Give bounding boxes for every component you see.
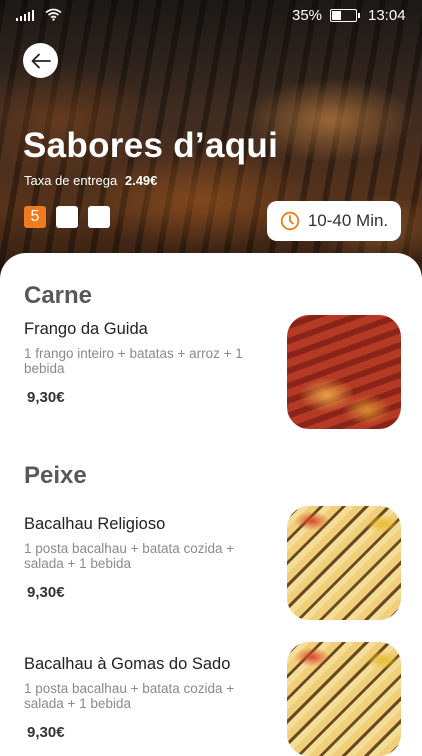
delivery-fee: Taxa de entrega 2.49€ [24, 173, 157, 188]
dish-name: Frango da Guida [24, 320, 148, 338]
rating-box [88, 206, 110, 228]
section-title-peixe: Peixe [24, 462, 87, 489]
dish-description: 1 posta bacalhau + batata cozida + salad… [24, 681, 235, 711]
dish-description: 1 posta bacalhau + batata cozida + salad… [24, 541, 235, 571]
status-bar: 35% 13:04 [0, 0, 422, 30]
dish-price: 9,30€ [27, 724, 65, 741]
back-button[interactable] [23, 43, 58, 78]
rating-boxes: 5 [24, 206, 110, 228]
dish-price: 9,30€ [27, 389, 65, 406]
arrow-left-icon [31, 53, 51, 68]
menu-sheet: Carne Frango da Guida 1 frango inteiro +… [0, 253, 422, 756]
dish-image [287, 315, 401, 429]
dish-image [287, 642, 401, 756]
dish-image [287, 506, 401, 620]
battery-percentage: 35% [292, 7, 323, 24]
status-time: 13:04 [368, 7, 406, 24]
delivery-time-text: 10-40 Min. [307, 211, 389, 230]
dish-price: 9,30€ [27, 584, 65, 601]
clock-icon [280, 211, 300, 231]
section-title-carne: Carne [24, 282, 93, 309]
signal-icon [16, 10, 34, 21]
delivery-fee-label: Taxa de entrega [24, 173, 118, 188]
restaurant-name: Sabores d’aqui [23, 126, 279, 165]
rating-value: 5 [24, 206, 46, 228]
rating-box [56, 206, 78, 228]
dish-name: Bacalhau Religioso [24, 515, 166, 533]
wifi-icon [45, 8, 62, 21]
dish-name: Bacalhau à Gomas do Sado [24, 655, 231, 673]
dish-description: 1 frango inteiro + batatas + arroz + 1 b… [24, 346, 243, 376]
battery-icon [330, 9, 360, 22]
delivery-time-badge: 10-40 Min. [267, 201, 401, 241]
delivery-fee-value: 2.49€ [124, 173, 158, 188]
